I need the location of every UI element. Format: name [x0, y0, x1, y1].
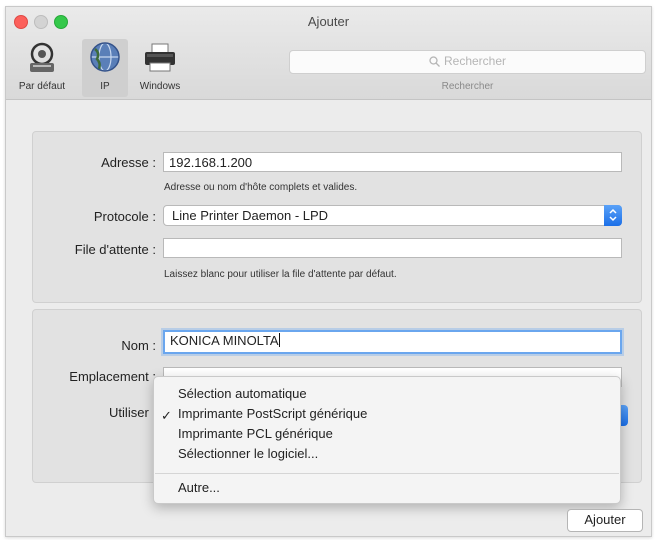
queue-label: File d'attente : — [74, 242, 156, 257]
protocol-select[interactable]: Line Printer Daemon - LPD — [163, 205, 622, 226]
location-label: Emplacement : — [69, 369, 156, 384]
address-hint: Adresse ou nom d'hôte complets et valide… — [164, 182, 358, 193]
protocol-label: Protocole : — [93, 209, 156, 224]
use-dropdown-menu: ✓ Sélection automatique Imprimante PostS… — [153, 376, 621, 504]
name-field[interactable]: KONICA MINOLTA — [163, 330, 622, 354]
toolbar-windows-label: Windows — [139, 81, 181, 92]
window-title: Ajouter — [307, 14, 350, 29]
toolbar-ip-button[interactable]: IP — [82, 39, 128, 97]
search-placeholder: Rechercher — [443, 54, 507, 68]
name-label: Nom : — [121, 338, 156, 353]
toolbar-windows-button[interactable]: Windows — [128, 39, 192, 97]
protocol-value: Line Printer Daemon - LPD — [172, 208, 329, 223]
use-label: Utiliser : — [109, 405, 156, 420]
toolbar-ip-label: IP — [100, 81, 110, 92]
text-cursor — [278, 333, 280, 347]
titlebar-toolbar: Ajouter Par défaut IP Windows Rechercher… — [6, 7, 651, 100]
menu-item-select-software[interactable]: Sélectionner le logiciel... — [178, 445, 318, 463]
protocol-stepper[interactable] — [604, 205, 622, 226]
toolbar-default-label: Par défaut — [18, 81, 66, 92]
add-button[interactable]: Ajouter — [567, 509, 643, 532]
default-printer-icon — [30, 42, 54, 72]
updown-arrows-icon — [609, 208, 617, 222]
add-printer-window: Ajouter Par défaut IP Windows Rechercher… — [5, 6, 652, 537]
address-field[interactable]: 192.168.1.200 — [163, 152, 622, 172]
connection-group: Adresse : 192.168.1.200 Adresse ou nom d… — [32, 131, 642, 303]
menu-separator — [155, 473, 619, 474]
ip-globe-icon — [90, 42, 120, 72]
search-input[interactable]: Rechercher — [289, 50, 646, 74]
queue-field[interactable] — [163, 238, 622, 258]
queue-hint: Laissez blanc pour utiliser la file d'at… — [164, 269, 397, 280]
menu-item-pcl[interactable]: Imprimante PCL générique — [178, 425, 333, 443]
menu-item-other[interactable]: Autre... — [178, 479, 220, 497]
checkmark-icon: ✓ — [161, 408, 172, 423]
search-icon — [429, 56, 440, 67]
toolbar-default-button[interactable]: Par défaut — [8, 39, 76, 97]
search-caption: Rechercher — [441, 81, 494, 92]
menu-item-auto[interactable]: Sélection automatique — [178, 385, 307, 403]
menu-item-postscript[interactable]: Imprimante PostScript générique — [178, 405, 367, 423]
name-value: KONICA MINOLTA — [170, 333, 279, 348]
address-label: Adresse : — [101, 155, 156, 170]
windows-printer-icon — [145, 43, 175, 72]
